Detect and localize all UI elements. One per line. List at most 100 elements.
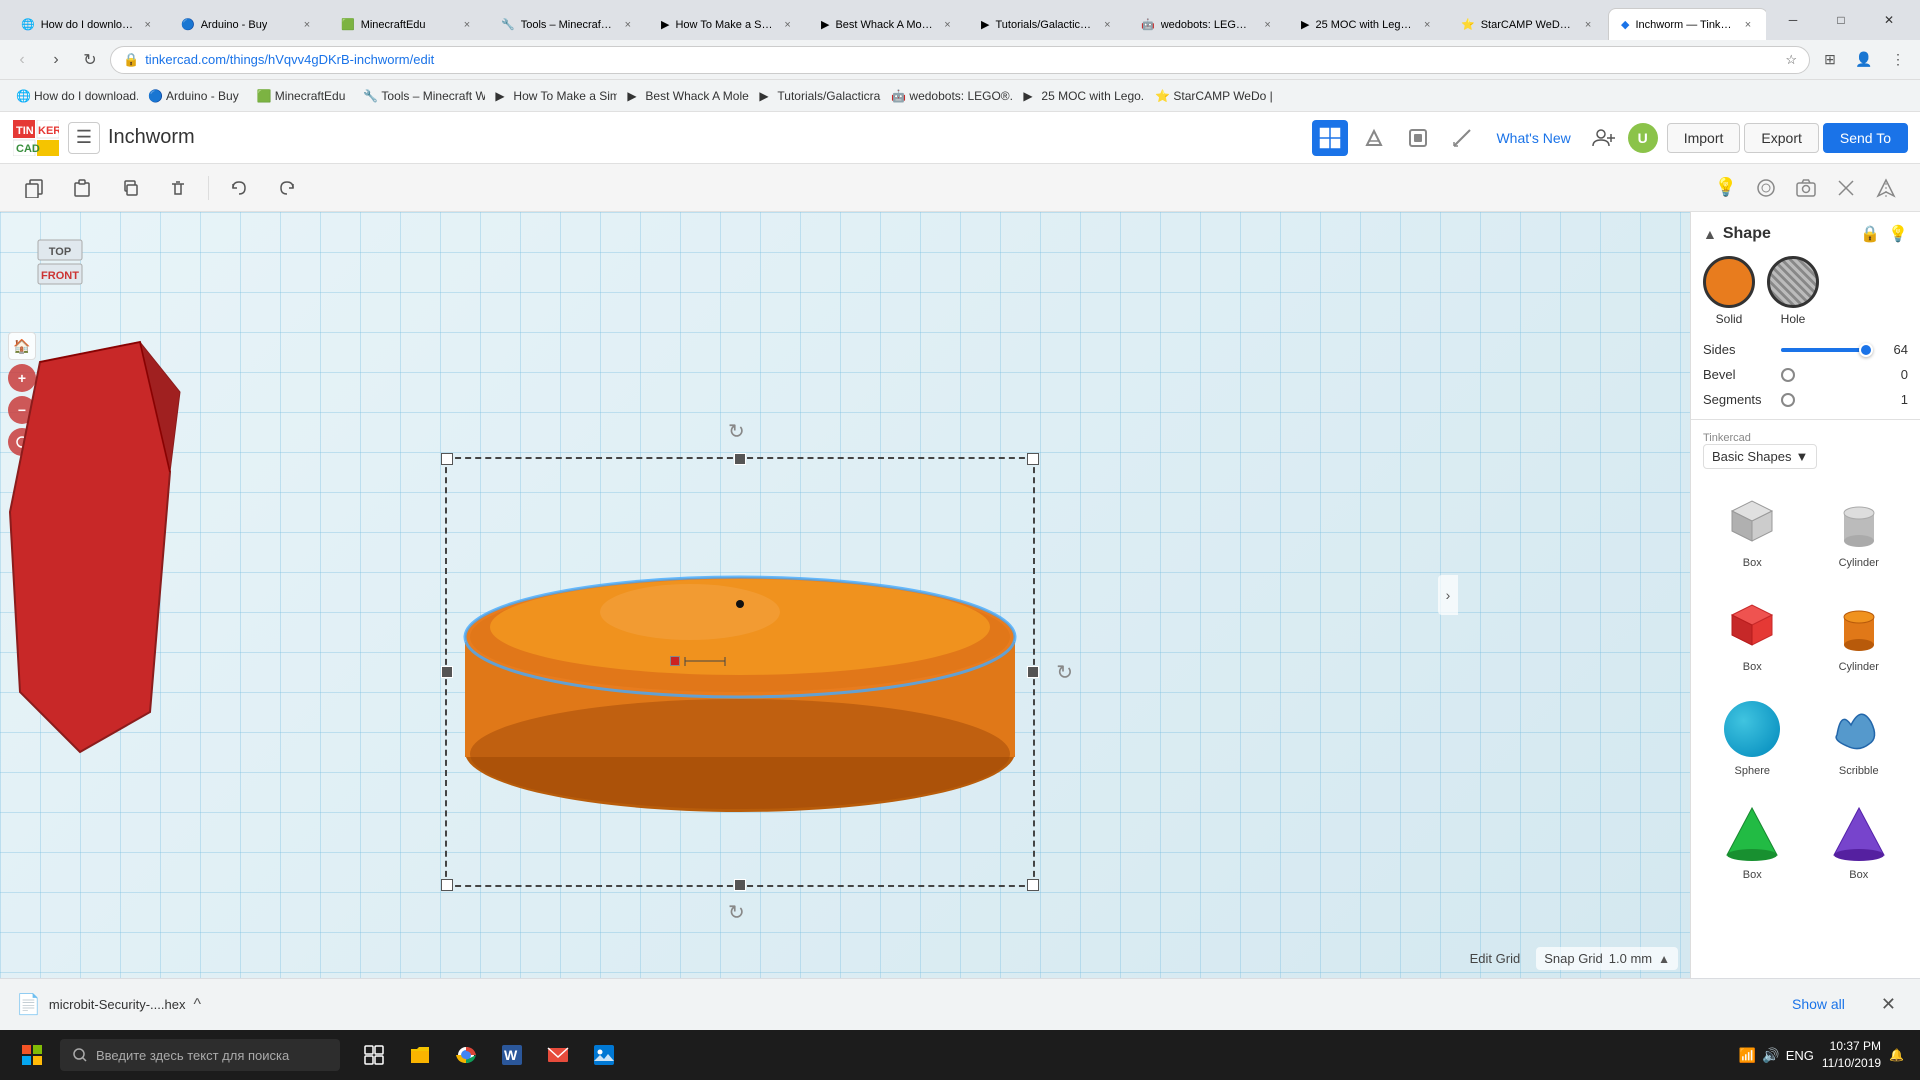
extensions-button[interactable]: ⊞	[1816, 46, 1844, 74]
reload-button[interactable]: ↻	[76, 46, 104, 74]
close-button[interactable]: ✕	[1866, 0, 1912, 40]
redo-button[interactable]	[269, 170, 305, 206]
shape-panel-collapse[interactable]: ▲	[1703, 226, 1717, 242]
wifi-icon[interactable]: 📶	[1739, 1047, 1756, 1064]
taskbar-notification[interactable]: 🔔	[1889, 1048, 1904, 1062]
tc-menu-button[interactable]: ☰	[68, 122, 100, 154]
tinkercad-logo[interactable]: TIN KER CAD	[12, 117, 60, 159]
view-measure-button[interactable]	[1444, 120, 1480, 156]
tab-close-moc[interactable]: ×	[1419, 17, 1435, 33]
align-button[interactable]	[1828, 170, 1864, 206]
tab-close-tinkercad[interactable]: ×	[1741, 17, 1755, 33]
profile-button[interactable]: 👤	[1850, 46, 1878, 74]
bookmark-minecraftedu[interactable]: 🟩 MinecraftEdu	[249, 87, 354, 105]
bookmark-25moc[interactable]: ▶ 25 MOC with Lego...	[1015, 87, 1145, 105]
view-build-button[interactable]	[1356, 120, 1392, 156]
minimize-button[interactable]: ─	[1770, 0, 1816, 40]
bookmark-whack[interactable]: ▶ Best Whack A Mole...	[619, 87, 749, 105]
bookmark-star[interactable]: ☆	[1785, 52, 1797, 68]
mirror-button[interactable]	[1868, 170, 1904, 206]
show-all-button[interactable]: Show all	[1776, 990, 1861, 1018]
taskbar-word[interactable]: W	[490, 1033, 534, 1077]
sides-slider[interactable]	[1781, 348, 1872, 352]
lock-icon[interactable]: 🔒	[1860, 224, 1880, 244]
maximize-button[interactable]: □	[1818, 0, 1864, 40]
tab-close-star[interactable]: ×	[1581, 17, 1595, 33]
visibility-icon[interactable]: 💡	[1888, 224, 1908, 244]
edit-grid-button[interactable]: Edit Grid	[1470, 951, 1521, 966]
sides-slider-thumb[interactable]	[1859, 343, 1873, 357]
bookmark-arduino[interactable]: 🔵 Arduino - Buy	[140, 87, 247, 105]
export-button[interactable]: Export	[1744, 123, 1818, 153]
back-button[interactable]: ‹	[8, 46, 36, 74]
shape-item-box-red[interactable]: Box	[1703, 585, 1802, 681]
delete-button[interactable]	[160, 170, 196, 206]
settings-button[interactable]: ⋮	[1884, 46, 1912, 74]
segments-dot[interactable]	[1781, 393, 1795, 407]
bookmark-howto[interactable]: ▶ How To Make a Sim...	[487, 87, 617, 105]
tab-whack[interactable]: ▶ Best Whack A Mole... ×	[808, 8, 968, 40]
duplicate-button[interactable]	[112, 170, 148, 206]
undo-button[interactable]	[221, 170, 257, 206]
tab-minecraft[interactable]: 🟩 MinecraftEdu ×	[328, 8, 488, 40]
forward-button[interactable]: ›	[42, 46, 70, 74]
lib-category-dropdown[interactable]: Basic Shapes ▼	[1703, 444, 1817, 469]
tab-close-tut[interactable]: ×	[1100, 17, 1115, 33]
download-expand-button[interactable]: ^	[193, 996, 201, 1014]
shape-item-box-grey[interactable]: Box	[1703, 481, 1802, 577]
taskbar-mail[interactable]	[536, 1033, 580, 1077]
tab-close-wedo[interactable]: ×	[1260, 17, 1275, 33]
language-indicator[interactable]: ENG	[1786, 1048, 1814, 1063]
address-bar[interactable]: 🔒 tinkercad.com/things/hVqvv4gDKrB-inchw…	[110, 46, 1810, 74]
bookmark-how-do-i[interactable]: 🌐 How do I download...	[8, 87, 138, 105]
hole-button[interactable]: Hole	[1767, 256, 1819, 326]
tab-close-whack[interactable]: ×	[940, 17, 955, 33]
camera-button[interactable]	[1788, 170, 1824, 206]
tab-close-tools[interactable]: ×	[621, 17, 635, 33]
taskbar-photos[interactable]	[582, 1033, 626, 1077]
tab-tools[interactable]: 🔧 Tools – Minecraft W... ×	[488, 8, 648, 40]
tab-moc[interactable]: ▶ 25 MOC with Lego... ×	[1288, 8, 1448, 40]
shape-item-cone-purple[interactable]: Box	[1810, 793, 1909, 889]
start-button[interactable]	[8, 1031, 56, 1079]
tab-how-do-i[interactable]: 🌐 How do I download... ×	[8, 8, 168, 40]
canvas-area[interactable]: TOP FRONT 🏠 + −	[0, 212, 1690, 978]
tab-close[interactable]: ×	[140, 17, 155, 33]
shape-item-cylinder-orange[interactable]: Cylinder	[1810, 585, 1909, 681]
tab-tinkercad-active[interactable]: ◆ Inchworm — Tinkercad ×	[1608, 8, 1766, 40]
shape-item-scribble[interactable]: Scribble	[1810, 689, 1909, 785]
sound-icon[interactable]: 🔊	[1762, 1047, 1779, 1064]
tab-close-arduino[interactable]: ×	[299, 17, 315, 33]
send-to-button[interactable]: Send To	[1823, 123, 1908, 153]
taskbar-chrome[interactable]	[444, 1033, 488, 1077]
shape-tool-button[interactable]	[1748, 170, 1784, 206]
view-sim-button[interactable]	[1400, 120, 1436, 156]
panel-collapse-arrow[interactable]: ›	[1438, 575, 1458, 615]
bookmark-wedobots[interactable]: 🤖 wedobots: LEGO®...	[883, 87, 1013, 105]
import-button[interactable]: Import	[1667, 123, 1741, 153]
tab-arduino[interactable]: 🔵 Arduino - Buy ×	[168, 8, 328, 40]
download-close-button[interactable]: ✕	[1873, 990, 1904, 1019]
tab-close-howto[interactable]: ×	[780, 17, 795, 33]
bookmark-tutorials[interactable]: ▶ Tutorials/Galacticra...	[751, 87, 881, 105]
taskbar-clock[interactable]: 10:37 PM 11/10/2019	[1822, 1038, 1881, 1072]
bevel-dot[interactable]	[1781, 368, 1795, 382]
taskbar-task-view[interactable]	[352, 1033, 396, 1077]
tab-howto[interactable]: ▶ How To Make a Sim... ×	[648, 8, 808, 40]
snap-grid-toggle[interactable]: ▲	[1658, 952, 1670, 966]
bookmark-tools[interactable]: 🔧 Tools – Minecraft W...	[355, 87, 485, 105]
tab-tutorials[interactable]: ▶ Tutorials/Galacticra... ×	[968, 8, 1128, 40]
copy-button[interactable]	[16, 170, 52, 206]
bookmark-starcamp[interactable]: ⭐ StarCAMP WeDo | L...	[1147, 87, 1277, 105]
add-user-button[interactable]	[1587, 122, 1619, 154]
shape-item-cylinder-grey[interactable]: Cylinder	[1810, 481, 1909, 577]
shape-item-cone-green[interactable]: Box	[1703, 793, 1802, 889]
taskbar-explorer[interactable]	[398, 1033, 442, 1077]
paste-button[interactable]	[64, 170, 100, 206]
view-cube[interactable]: TOP FRONT	[20, 232, 100, 312]
tab-wedobots[interactable]: 🤖 wedobots: LEGO®... ×	[1128, 8, 1288, 40]
tab-starcamp[interactable]: ⭐ StarCAMP WeDo | L... ×	[1448, 8, 1608, 40]
view-grid-button[interactable]	[1312, 120, 1348, 156]
shape-item-sphere[interactable]: Sphere	[1703, 689, 1802, 785]
whats-new-link[interactable]: What's New	[1488, 126, 1578, 150]
